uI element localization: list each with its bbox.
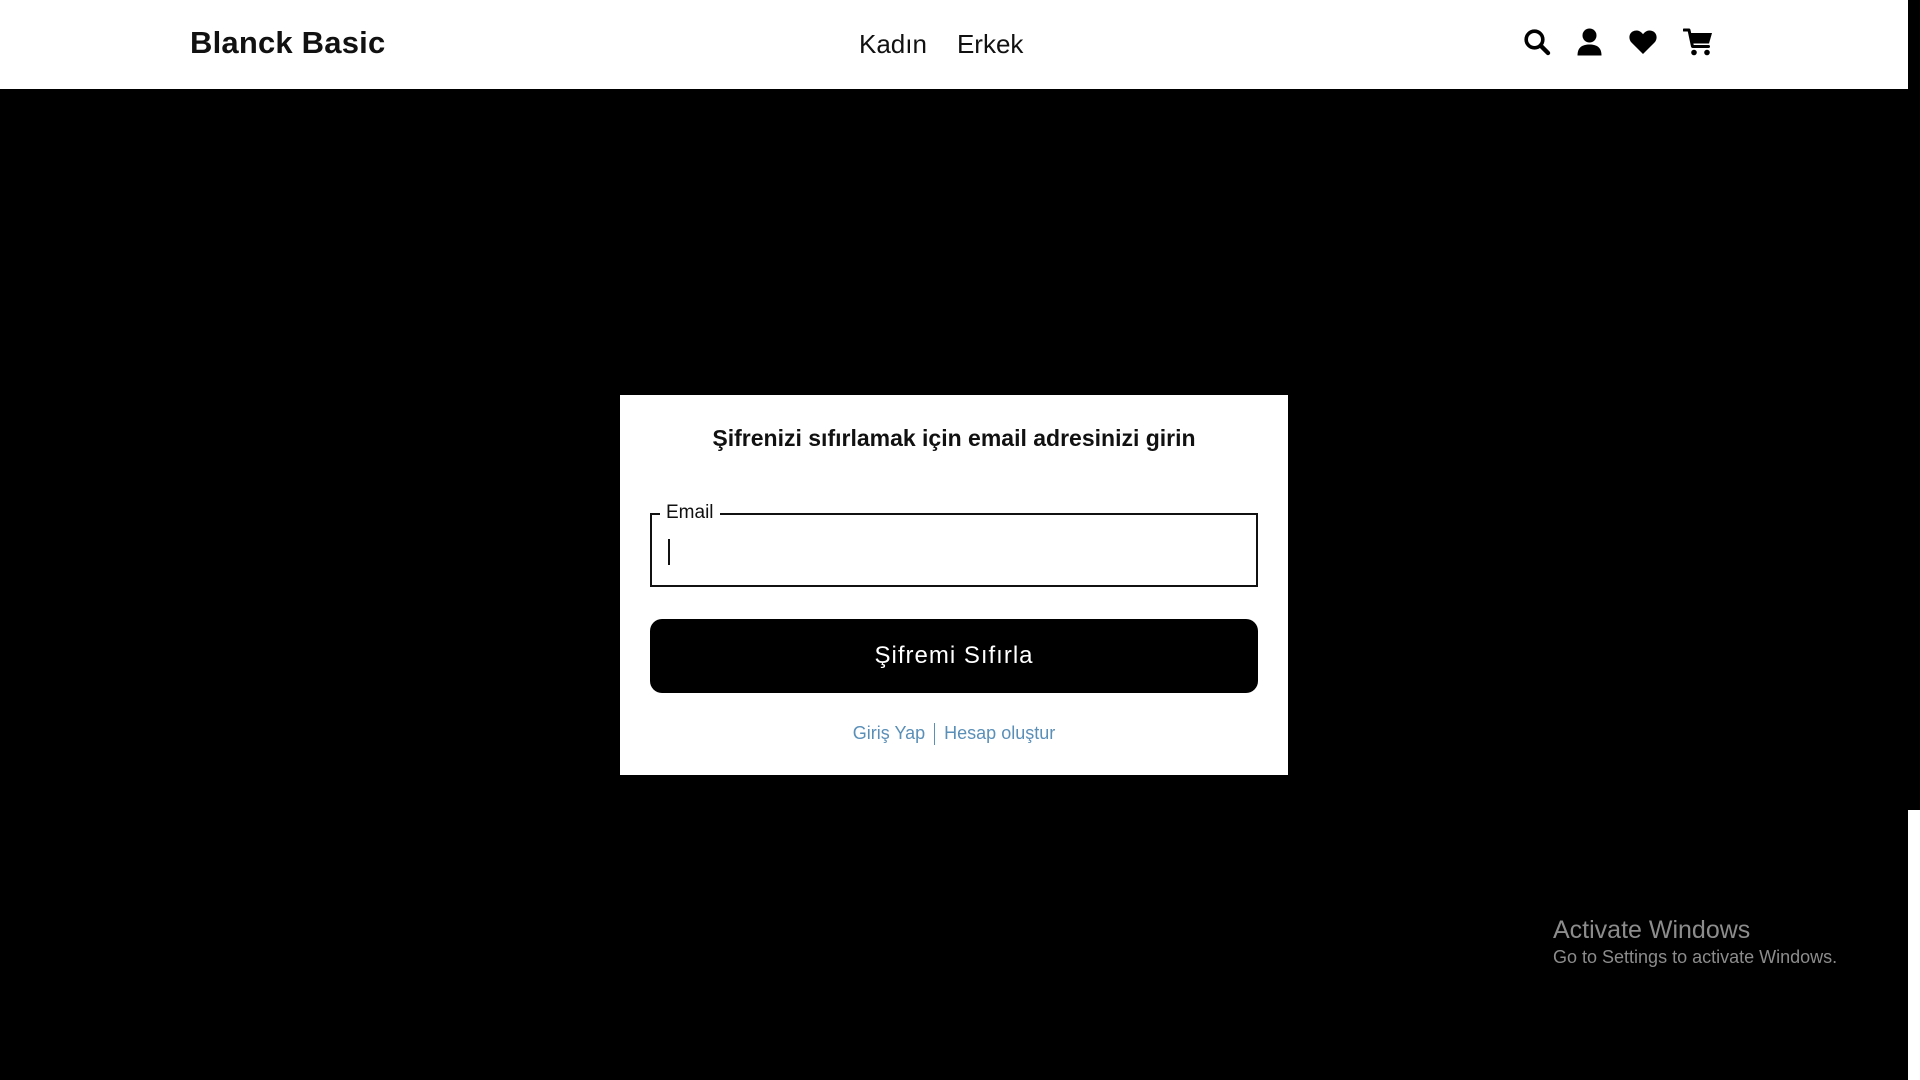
search-icon[interactable]: [1523, 28, 1551, 56]
watermark-subtitle: Go to Settings to activate Windows.: [1553, 947, 1838, 967]
email-label: Email: [660, 503, 720, 523]
email-field: Email: [650, 503, 1258, 587]
windows-activation-watermark: Activate Windows Go to Settings to activ…: [1553, 915, 1837, 969]
user-icon[interactable]: [1577, 28, 1602, 56]
brand-logo[interactable]: Blanck Basic: [190, 25, 385, 61]
nav-erkek[interactable]: Erkek: [957, 29, 1023, 60]
login-link[interactable]: Giriş Yap: [853, 723, 925, 743]
main-nav: Kadın Erkek: [859, 29, 1023, 60]
header-icons: [1523, 28, 1713, 56]
register-link[interactable]: Hesap oluştur: [944, 723, 1055, 743]
form-title: Şifrenizi sıfırlamak için email adresini…: [712, 425, 1196, 451]
page: Blanck Basic Kadın Erkek Şifrenizi sıfır…: [0, 0, 1920, 1080]
heart-icon[interactable]: [1629, 29, 1657, 55]
reset-password-button[interactable]: Şifremi Sıfırla: [650, 619, 1258, 693]
reset-password-card: Şifrenizi sıfırlamak için email adresini…: [620, 395, 1288, 775]
scrollbar-strip: [1908, 810, 1920, 1080]
email-input[interactable]: [666, 531, 1246, 569]
text-caret: [668, 539, 670, 565]
site-header: Blanck Basic Kadın Erkek: [0, 0, 1908, 89]
nav-kadin[interactable]: Kadın: [859, 29, 927, 60]
link-separator: [934, 723, 936, 746]
watermark-title: Activate Windows: [1553, 916, 1751, 944]
auth-links: Giriş Yap Hesap oluştur: [620, 723, 1288, 746]
cart-icon[interactable]: [1683, 28, 1713, 56]
